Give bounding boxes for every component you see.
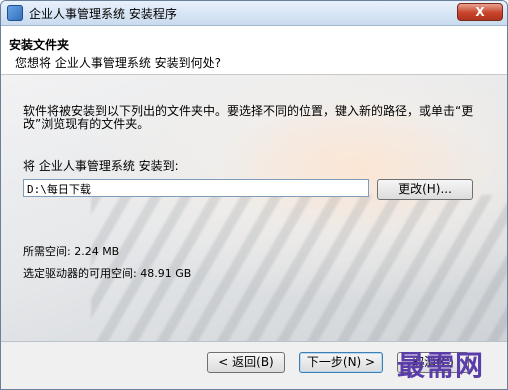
next-button[interactable]: 下一步(N) > [299, 352, 383, 373]
installer-window: 企业人事管理系统 安装程序 X 安装文件夹 您想将 企业人事管理系统 安装到何处… [0, 0, 508, 390]
installer-icon [7, 5, 23, 21]
title-bar: 企业人事管理系统 安装程序 X [1, 1, 507, 26]
space-required-text: 所需空间: 2.24 MB [23, 245, 120, 258]
install-to-label: 将 企业人事管理系统 安装到: [23, 159, 179, 173]
space-available-text: 选定驱动器的可用空间: 48.91 GB [23, 267, 192, 280]
change-button[interactable]: 更改(H)... [377, 179, 473, 200]
back-button[interactable]: < 返回(B) [207, 352, 285, 373]
footer: < 返回(B) 下一步(N) > 取消(C) 最需网 [1, 342, 507, 389]
page-header: 安装文件夹 您想将 企业人事管理系统 安装到何处? [1, 26, 507, 75]
watermark-logo: 最需网 [397, 349, 485, 382]
page-subtitle: 您想将 企业人事管理系统 安装到何处? [15, 56, 221, 70]
info-text: 软件将被安装到以下列出的文件夹中。要选择不同的位置，键入新的路径，或单击“更改”… [23, 104, 474, 131]
window-title: 企业人事管理系统 安装程序 [29, 7, 177, 21]
install-path-input[interactable]: D:\每日下载 [23, 179, 369, 197]
close-button[interactable]: X [457, 3, 503, 21]
page-title: 安装文件夹 [9, 38, 70, 52]
content-area: 软件将被安装到以下列出的文件夹中。要选择不同的位置，键入新的路径，或单击“更改”… [1, 75, 507, 341]
